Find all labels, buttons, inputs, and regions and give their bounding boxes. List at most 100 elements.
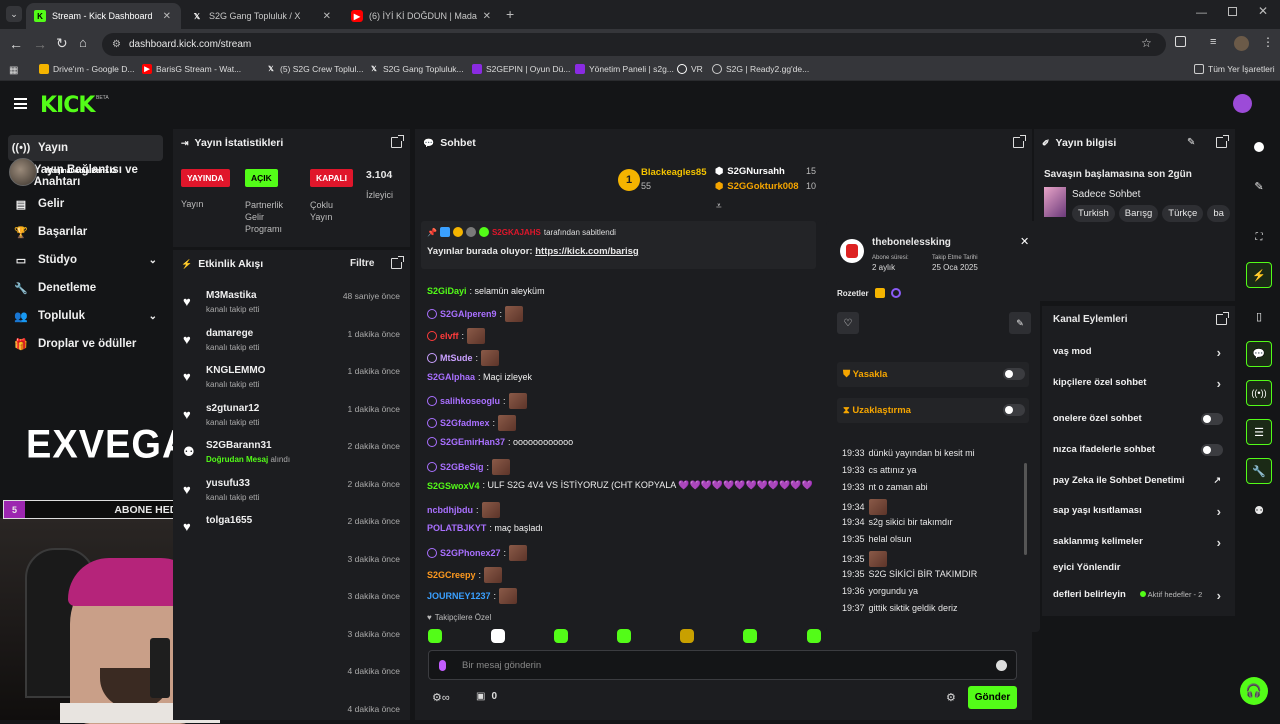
edit-icon[interactable]: ✎ <box>1187 137 1195 148</box>
tag-chip[interactable]: ba <box>1207 205 1230 222</box>
leader-row[interactable]: ⬢ S2GNursahh <box>715 166 785 177</box>
action-toggle[interactable] <box>1201 413 1223 425</box>
activity-item[interactable]: ♥ tolga1655 2 dakika önce <box>173 513 410 550</box>
bookmark-drive[interactable]: Drive'ım - Google D... <box>39 64 134 74</box>
chat-message[interactable]: ncbdhjbdu: <box>427 502 500 518</box>
activity-item[interactable]: 4 dakika önce <box>173 663 410 700</box>
channel-action-item[interactable]: onelere özel sohbet <box>1053 413 1229 425</box>
expand-leaderboard-icon[interactable]: ⩡ <box>716 201 722 212</box>
send-button[interactable]: Gönder <box>968 686 1017 709</box>
reload-icon[interactable]: ↻ <box>56 35 68 52</box>
emote-icon[interactable] <box>743 629 757 643</box>
tab-s2g-x[interactable]: 𝕏 S2G Gang Topluluk / X ✕ <box>183 3 341 29</box>
channel-action-item[interactable]: saklanmış kelimeler › <box>1053 535 1229 550</box>
edit-note-button[interactable]: ✎ <box>1009 312 1031 334</box>
document-icon[interactable]: ▯ <box>1246 303 1272 329</box>
chat-message[interactable]: elvff: <box>427 328 486 344</box>
lightning-icon[interactable]: ⚡ <box>1246 262 1272 288</box>
chat-message[interactable]: S2GAlperen9: <box>427 306 524 322</box>
bookmark-s2g-gang[interactable]: 𝕏 S2G Gang Topluluk... <box>369 64 463 74</box>
channel-action-item[interactable]: defleri belirleyin › Aktif hedefler - 2 <box>1053 588 1229 603</box>
chat-message[interactable]: S2GPhonex27: <box>427 545 528 561</box>
chat-icon[interactable]: 💬 <box>1246 341 1272 367</box>
all-bookmarks[interactable]: Tüm Yer İşaretleri <box>1194 64 1275 74</box>
channel-action-item[interactable]: kipçilere özel sohbet › <box>1053 376 1229 391</box>
history-scrollbar[interactable] <box>1024 463 1027 555</box>
broadcast-icon[interactable]: ((•)) <box>1246 380 1272 406</box>
activity-item[interactable]: ♥ M3Mastika kanalı takip etti 48 saniye önc… <box>173 288 410 325</box>
channel-action-item[interactable]: sap yaşı kısıtlaması › <box>1053 504 1229 519</box>
emote-icon[interactable] <box>428 629 442 643</box>
bookmark-yonetim[interactable]: Yönetim Paneli | s2g... <box>575 64 674 74</box>
tab-youtube[interactable]: ▶ (6) İYİ Kİ DOĞDUN | Madara Oh ✕ <box>343 3 501 29</box>
points-balance[interactable]: ▣ 0 <box>476 691 497 702</box>
channel-action-item[interactable]: vaş mod › <box>1053 345 1229 360</box>
chat-message[interactable]: S2GAlphaa: Maçi izleyek <box>427 372 532 382</box>
action-toggle[interactable] <box>1201 444 1223 456</box>
chat-message[interactable]: S2GiDayi: selamün aleyküm <box>427 286 545 296</box>
timeout-toggle[interactable] <box>1003 404 1025 416</box>
kick-logo[interactable]: KICK <box>40 93 95 118</box>
site-info-icon[interactable]: ⚙ <box>112 39 121 50</box>
emote-icon[interactable] <box>491 629 505 643</box>
bookmark-star-icon[interactable]: ☆ <box>1141 36 1152 50</box>
tag-chip[interactable]: Türkçe <box>1162 205 1204 222</box>
tab-kick-dashboard[interactable]: K Stream - Kick Dashboard ✕ <box>26 3 181 29</box>
bookmark-vr[interactable]: VR <box>677 64 703 74</box>
chat-settings-icon[interactable]: ⚙ <box>946 691 956 704</box>
points-icon[interactable]: ⚙∞ <box>432 691 450 704</box>
popout-icon[interactable] <box>1216 312 1229 325</box>
chat-message[interactable]: S2GEmirHan37: oooooooooooo <box>427 437 573 447</box>
bookmark-s2g-crew[interactable]: 𝕏 (5) S2G Crew Toplul... <box>266 64 363 74</box>
activity-item[interactable]: 3 dakika önce <box>173 588 410 625</box>
info-icon[interactable] <box>1246 134 1272 160</box>
list-icon[interactable]: ☰ <box>1246 419 1272 445</box>
popout-icon[interactable] <box>1013 135 1026 148</box>
popout-icon[interactable] <box>1216 135 1229 148</box>
chat-message[interactable]: S2Gfadmex: <box>427 415 517 431</box>
mic-icon[interactable] <box>439 660 446 671</box>
extensions-icon[interactable] <box>1175 36 1186 47</box>
sidebar-item-droplar[interactable]: 🎁 Droplar ve ödüller <box>8 331 163 357</box>
filter-button[interactable]: Filtre <box>350 258 374 269</box>
emote-icon[interactable] <box>617 629 631 643</box>
activity-item[interactable]: ♥ KNGLEMMO kanalı takip etti 1 dakika önce <box>173 363 410 400</box>
activity-item[interactable]: ⚉ S2GBarann31 Doğrudan Mesaj alındı 2 dakik… <box>173 438 410 475</box>
bookmark-s2gepin[interactable]: S2GEPIN | Oyun Dü... <box>472 64 570 74</box>
sidebar-item-basarilar[interactable]: 🏆 Başarılar <box>8 219 163 245</box>
popup-username[interactable]: thebonelessking <box>872 237 951 248</box>
activity-item[interactable]: 4 dakika önce <box>173 701 410 721</box>
channel-action-item[interactable]: eyici Yönlendir <box>1053 562 1229 573</box>
close-icon[interactable]: ✕ <box>1020 235 1029 248</box>
chat-message[interactable]: S2GSwoxV4: ULF S2G 4V4 VS İSTİYORUZ (CHT… <box>427 480 813 491</box>
community-icon[interactable]: ⚉ <box>1246 497 1272 523</box>
pencil-icon[interactable]: ✎ <box>1246 173 1272 199</box>
tag-chip[interactable]: Barışg <box>1118 205 1159 222</box>
close-icon[interactable]: ✕ <box>163 11 171 22</box>
close-icon[interactable]: ✕ <box>483 11 491 22</box>
home-icon[interactable]: ⌂ <box>79 35 87 50</box>
channel-action-item[interactable]: nızca ifadelerle sohbet <box>1053 444 1229 456</box>
popout-icon[interactable] <box>391 256 404 269</box>
activity-item[interactable]: ♥ s2gtunar12 kanalı takip etti 1 dakika önc… <box>173 401 410 438</box>
sidebar-item-studyo[interactable]: ▭ Stüdyo ⌄ <box>8 247 163 273</box>
emote-icon[interactable] <box>807 629 821 643</box>
emoji-icon[interactable] <box>996 660 1007 671</box>
sidebar-item-denetleme[interactable]: 🔧 Denetleme <box>8 275 163 301</box>
sidebar-item-topluluk[interactable]: 👥 Topluluk ⌄ <box>8 303 163 329</box>
chat-message[interactable]: POLATBJKYT: maç başladı <box>427 523 543 533</box>
minimize-button[interactable]: — <box>1196 7 1207 19</box>
channel-action-item[interactable]: pay Zeka ile Sohbet Denetimi ↗ <box>1053 475 1229 486</box>
activity-item[interactable]: ♥ yusufu33 kanalı takip etti 2 dakika önce <box>173 476 410 513</box>
emote-icon[interactable] <box>680 629 694 643</box>
emote-icon[interactable] <box>554 629 568 643</box>
tag-chip[interactable]: Turkish <box>1072 205 1115 222</box>
new-tab-button[interactable]: + <box>506 6 514 22</box>
category-name[interactable]: Sadece Sohbet <box>1072 189 1140 200</box>
close-icon[interactable]: ✕ <box>323 11 331 22</box>
address-bar[interactable]: ⚙ dashboard.kick.com/stream <box>102 33 1166 56</box>
chat-message[interactable]: salihkoseoglu: <box>427 393 527 409</box>
fullscreen-icon[interactable]: ⛶ <box>1246 224 1272 250</box>
browser-menu-icon[interactable]: ⋮ <box>1262 35 1274 49</box>
chat-message[interactable]: S2GCreepy: <box>427 567 503 583</box>
